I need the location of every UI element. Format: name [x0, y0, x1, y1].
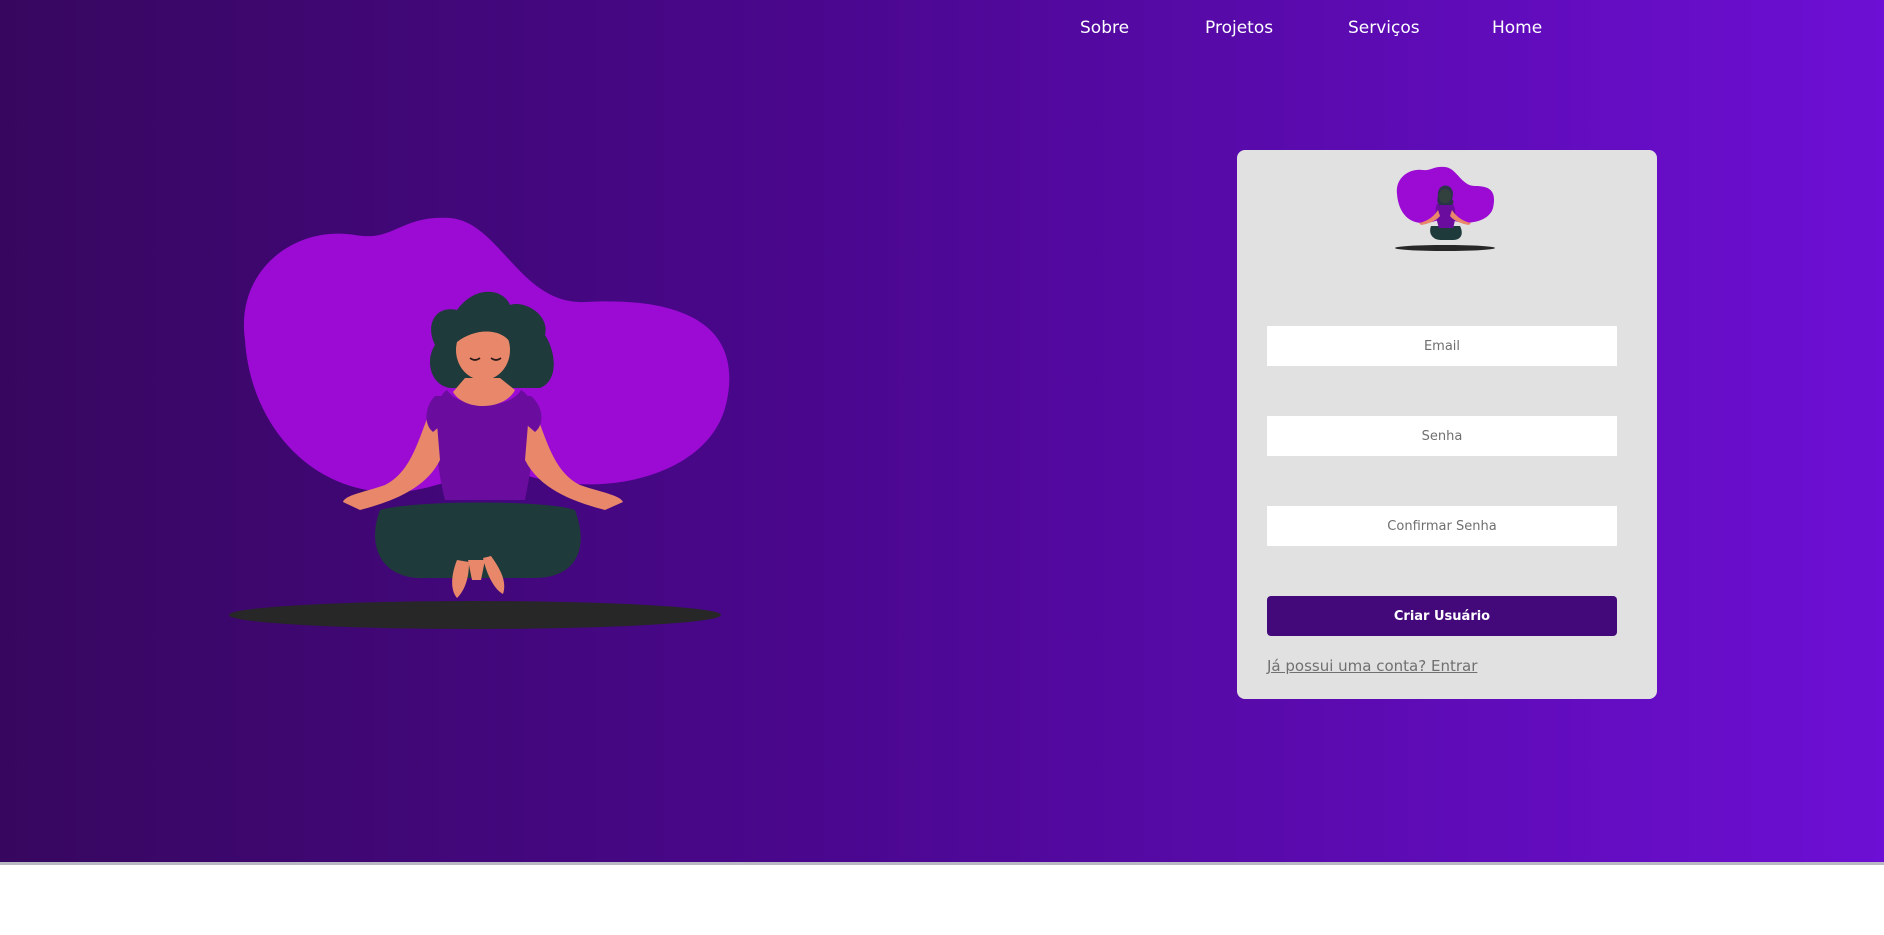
meditating-woman-illustration	[229, 217, 730, 629]
login-link[interactable]: Já possui uma conta? Entrar	[1267, 657, 1477, 675]
signup-card: Criar Usuário Já possui uma conta? Entra…	[1237, 150, 1657, 699]
nav-link-servicos[interactable]: Serviços	[1348, 18, 1420, 38]
password-field[interactable]	[1267, 416, 1617, 456]
email-field[interactable]	[1267, 326, 1617, 366]
nav-link-projetos[interactable]: Projetos	[1205, 18, 1273, 38]
confirm-password-field[interactable]	[1267, 506, 1617, 546]
create-user-button[interactable]: Criar Usuário	[1267, 596, 1617, 636]
meditating-woman-logo	[1395, 166, 1495, 251]
hero-section: Sobre Projetos Serviços Home Email Criar…	[0, 0, 1884, 865]
nav-link-home[interactable]: Home	[1492, 18, 1542, 38]
nav-link-sobre[interactable]: Sobre	[1080, 18, 1129, 38]
top-navigation: Sobre Projetos Serviços Home	[1040, 18, 1600, 44]
